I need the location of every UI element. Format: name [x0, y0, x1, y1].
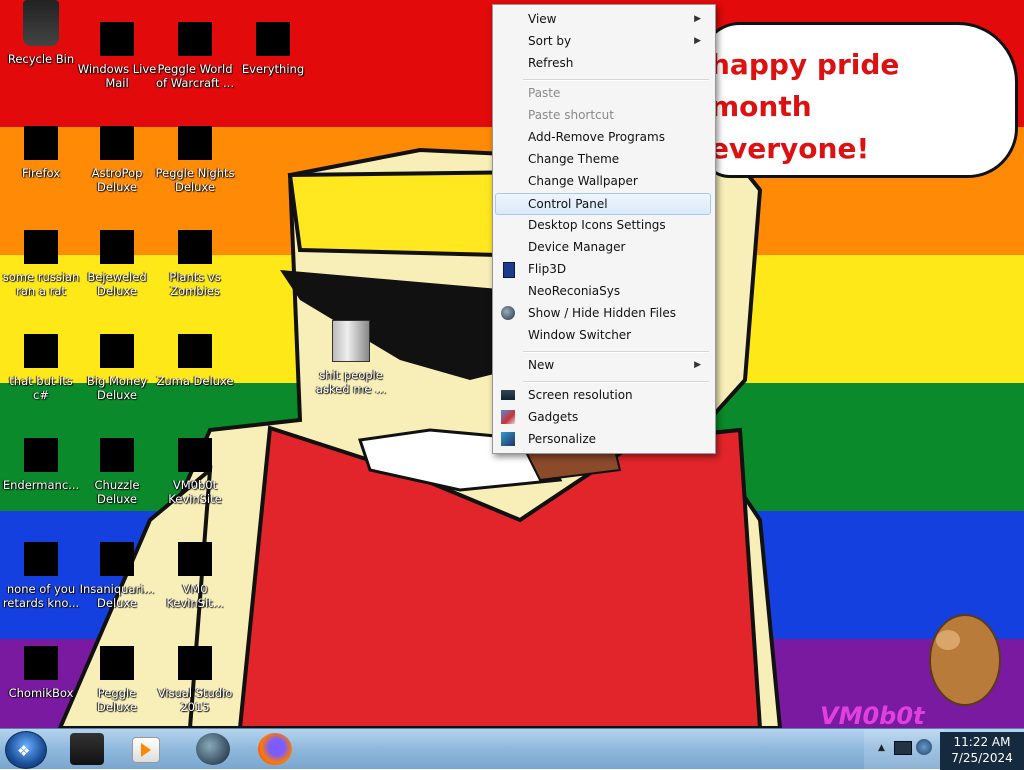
wallpaper-watermark: VM0b0t — [820, 702, 926, 728]
peggle-deluxe-icon — [100, 646, 134, 680]
taskbar-pin-media-player[interactable] — [132, 737, 160, 763]
tray-expand-icon[interactable]: ▲ — [878, 743, 885, 753]
desktop-icon-big-money[interactable]: Big Money Deluxe — [76, 334, 158, 402]
plants-vs-zombies-icon — [178, 230, 212, 264]
taskbar-pin-browser[interactable] — [196, 733, 230, 765]
menu-item-sort-by[interactable]: Sort by ▶ — [495, 30, 711, 52]
menu-item-new[interactable]: New ▶ — [495, 354, 711, 376]
everything-icon — [256, 22, 290, 56]
desktop-icon-insaniquarium[interactable]: Insaniquari... Deluxe — [76, 542, 158, 610]
taskbar: ❖ ▲ 11:22 AM 7/25/2024 — [0, 728, 1024, 770]
desktop-icon-peggle-nights[interactable]: Peggle Nights Deluxe — [154, 126, 236, 194]
menu-item-refresh[interactable]: Refresh — [495, 52, 711, 74]
file-icon — [24, 230, 58, 264]
bejeweled-icon — [100, 230, 134, 264]
desktop-icon-everything[interactable]: Everything — [232, 22, 314, 76]
desktop-icon-astropop[interactable]: AstroPop Deluxe — [76, 126, 158, 194]
desktop-icon-endermanch[interactable]: Endermanc... — [0, 438, 82, 492]
menu-item-gadgets[interactable]: Gadgets — [495, 406, 711, 428]
insaniquarium-icon — [100, 542, 134, 576]
clock-time: 11:22 AM — [953, 735, 1011, 749]
menu-separator — [523, 381, 709, 383]
speech-line-2: everyone! — [710, 132, 870, 165]
menu-item-paste-shortcut: Paste shortcut — [528, 108, 614, 122]
window-icon — [24, 438, 58, 472]
menu-item-flip3d[interactable]: Flip3D — [495, 258, 711, 280]
start-button[interactable]: ❖ — [5, 731, 47, 769]
globe-icon — [501, 306, 515, 320]
menu-item-paste: Paste — [528, 86, 561, 100]
speaker-icon[interactable] — [916, 739, 932, 755]
menu-item-window-switcher[interactable]: Window Switcher — [495, 324, 711, 346]
taskbar-clock[interactable]: 11:22 AM 7/25/2024 — [940, 732, 1024, 770]
menu-separator — [523, 351, 709, 353]
desktop-icon-zuma[interactable]: Zuma Deluxe — [154, 334, 236, 388]
desktop-icon-plants-vs-zombies[interactable]: Plants vs Zombies — [154, 230, 236, 298]
taskbar-pin-firefox[interactable] — [258, 733, 292, 765]
firefox-icon — [24, 126, 58, 160]
menu-item-show-hide-hidden-files[interactable]: Show / Hide Hidden Files — [495, 302, 711, 324]
desktop-icon-none-of-you[interactable]: none of you retards kno... — [0, 542, 82, 610]
menu-item-add-remove-programs[interactable]: Add-Remove Programs — [495, 126, 711, 148]
desktop-icon-russian-rat[interactable]: some russian ran a rat — [0, 230, 82, 298]
speech-line-1: happy pride month — [710, 48, 900, 123]
desktop-icon-chuzzle[interactable]: Chuzzle Deluxe — [76, 438, 158, 506]
menu-separator — [523, 79, 709, 81]
submenu-arrow-icon: ▶ — [694, 360, 701, 370]
folder-icon — [332, 320, 370, 362]
speech-bubble-text: happy pride month everyone! — [710, 44, 1010, 170]
astropop-icon — [100, 126, 134, 160]
zuma-icon — [178, 334, 212, 368]
menu-item-desktop-icons-settings[interactable]: Desktop Icons Settings — [495, 214, 711, 236]
chomikbox-icon — [24, 646, 58, 680]
system-tray: ▲ — [864, 729, 944, 769]
menu-item-view[interactable]: View ▶ — [495, 8, 711, 30]
personalize-icon — [501, 432, 515, 446]
menu-item-change-wallpaper[interactable]: Change Wallpaper — [495, 170, 711, 192]
desktop-icon-peggle-wow[interactable]: Peggle World of Warcraft ... — [154, 22, 236, 90]
big-money-icon — [100, 334, 134, 368]
gadgets-icon — [501, 410, 515, 424]
desktop-icon-visual-studio[interactable]: Visual Studio 2015 — [154, 646, 236, 714]
desktop-icon-bejeweled[interactable]: Bejeweled Deluxe — [76, 230, 158, 298]
visual-studio-icon — [178, 646, 212, 680]
desktop-icon-chomikbox[interactable]: ChomikBox — [0, 646, 82, 700]
desktop-icon-that-but-csharp[interactable]: that but its c# — [0, 334, 82, 402]
desktop-context-menu: View ▶ Sort by ▶ Refresh Paste Paste short… — [492, 4, 716, 454]
clock-date: 7/25/2024 — [951, 751, 1013, 765]
media-player-icon — [141, 743, 151, 757]
submenu-arrow-icon: ▶ — [694, 36, 701, 46]
menu-item-control-panel[interactable]: Control Panel — [495, 193, 711, 215]
windows-live-mail-icon — [100, 22, 134, 56]
recycle-bin-icon — [23, 0, 59, 46]
menu-item-screen-resolution[interactable]: Screen resolution — [495, 384, 711, 406]
vm0b0t-icon — [178, 438, 212, 472]
desktop-icon-recycle-bin[interactable]: Recycle Bin — [0, 0, 82, 66]
submenu-arrow-icon: ▶ — [694, 14, 701, 24]
peggle-nights-icon — [178, 126, 212, 160]
chuzzle-icon — [100, 438, 134, 472]
desktop-icon-vm0-kevinsite[interactable]: VM0 KevinSit... — [154, 542, 236, 610]
desktop-icon-firefox[interactable]: Firefox — [0, 126, 82, 180]
windows-logo-icon: ❖ — [17, 742, 31, 760]
menu-item-device-manager[interactable]: Device Manager — [495, 236, 711, 258]
menu-item-personalize[interactable]: Personalize — [495, 428, 711, 450]
vm0-icon — [178, 542, 212, 576]
desktop-icon-windows-live-mail[interactable]: Windows Live Mail — [76, 22, 158, 90]
desktop-icon-folder-asked[interactable]: shit people asked me ... — [310, 320, 392, 396]
menu-item-neoreconiasys[interactable]: NeoReconiaSys — [495, 280, 711, 302]
monitor-icon — [501, 390, 515, 400]
network-icon[interactable] — [894, 741, 912, 755]
desktop-icon-vm0b0t-kevinsite[interactable]: VM0b0t KevinSite — [154, 438, 236, 506]
peggle-icon — [178, 22, 212, 56]
taskbar-pin-cmd[interactable] — [70, 733, 104, 765]
file-icon — [24, 334, 58, 368]
file-icon — [24, 542, 58, 576]
menu-item-change-theme[interactable]: Change Theme — [495, 148, 711, 170]
desktop-icon-peggle-deluxe[interactable]: Peggle Deluxe — [76, 646, 158, 714]
flip3d-icon — [503, 262, 515, 278]
